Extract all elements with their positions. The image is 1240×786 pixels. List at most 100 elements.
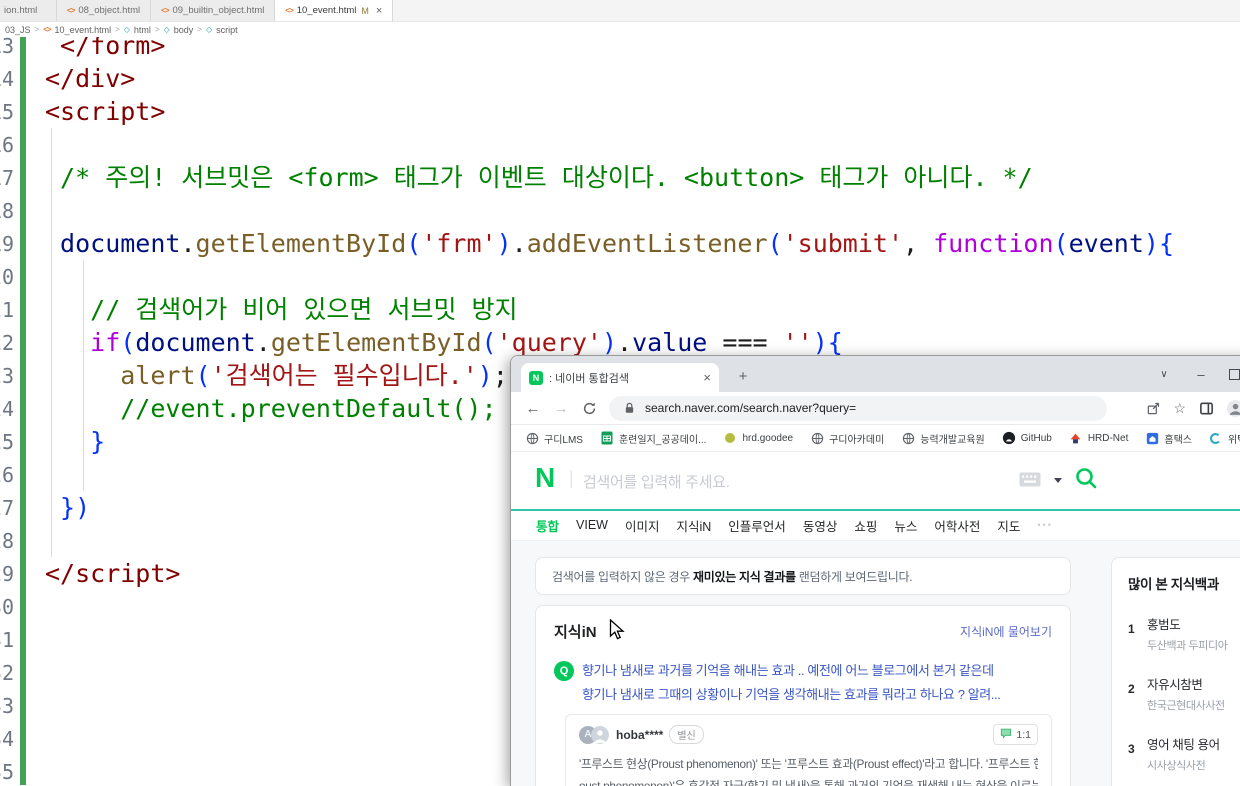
naver-tab-active-0[interactable]: 통합 bbox=[536, 516, 559, 535]
bookmark-item[interactable]: hrd.goodee bbox=[723, 431, 793, 445]
bookmark-label: 훈련일지_공공데이... bbox=[619, 431, 707, 446]
bookmarks-bar: 구디LMS 훈련일지_공공데이... hrd.goodee 구디아카데미 능력개발교육원… bbox=[511, 425, 1240, 452]
sheets-favicon-icon bbox=[600, 431, 614, 445]
search-button[interactable] bbox=[1074, 466, 1098, 495]
naver-tab-4[interactable]: 인플루언서 bbox=[728, 516, 786, 535]
editor-tab-08-object[interactable]: <> 08_object.html bbox=[57, 0, 151, 21]
editor-tab-ion-html[interactable]: ion.html bbox=[0, 0, 57, 21]
chat-bubble-icon bbox=[1000, 727, 1012, 742]
bookmark-star-icon[interactable]: ☆ bbox=[1173, 400, 1186, 417]
line-number: 22 bbox=[0, 331, 14, 355]
bookmark-item[interactable]: HRD-Net bbox=[1069, 431, 1129, 445]
line-number: 31 bbox=[0, 628, 14, 652]
rank-number: 3 bbox=[1128, 734, 1138, 773]
close-tab-icon[interactable]: × bbox=[376, 5, 382, 17]
editor-tab-09-builtin-object[interactable]: <> 09_builtin_object.html bbox=[151, 0, 275, 21]
modified-indicator: M bbox=[361, 6, 369, 16]
bookmark-item[interactable]: GitHub bbox=[1002, 431, 1052, 445]
naver-favicon: N bbox=[529, 371, 543, 385]
tab-search-chevron-icon[interactable]: ∨ bbox=[1149, 356, 1179, 392]
side-panel-icon[interactable] bbox=[1197, 399, 1215, 417]
maximize-button[interactable] bbox=[1219, 356, 1240, 392]
bookmark-label: 홈택스 bbox=[1164, 431, 1192, 446]
naver-tab-7[interactable]: 뉴스 bbox=[894, 516, 917, 535]
symbol-tag-icon: ◇ bbox=[164, 25, 170, 34]
code-line: 15<script> bbox=[0, 95, 1240, 128]
breadcrumb-file[interactable]: 10_event.html bbox=[55, 25, 112, 35]
sidebar-item-source: 두산백과 두피디아 bbox=[1147, 637, 1227, 653]
rank-number: 2 bbox=[1128, 674, 1138, 713]
minimize-button[interactable]: – bbox=[1186, 356, 1216, 392]
answer-author[interactable]: hoba**** bbox=[616, 728, 663, 742]
naver-tab-3[interactable]: 지식iN bbox=[676, 516, 711, 535]
line-number: 21 bbox=[0, 298, 14, 322]
popular-encyclopedia-card: 많이 본 지식백과 1홍범도두산백과 두피디아2자유시참변한국근현대사사전3영어… bbox=[1111, 557, 1240, 786]
bookmark-item[interactable]: 능력개발교육원 bbox=[901, 431, 984, 446]
globe-favicon-icon bbox=[901, 431, 915, 445]
bookmark-item[interactable]: 홈택스 bbox=[1145, 431, 1192, 446]
bookmark-item[interactable]: 구디LMS bbox=[525, 431, 583, 446]
search-separator: | bbox=[569, 468, 574, 489]
html-file-icon: <> bbox=[43, 25, 50, 34]
breadcrumb-separator: > bbox=[155, 25, 160, 34]
naver-logo[interactable]: N bbox=[535, 463, 555, 493]
breadcrumb-script[interactable]: script bbox=[216, 25, 238, 35]
sidebar-item-title[interactable]: 자유시참변 bbox=[1147, 674, 1225, 693]
kin-question-row[interactable]: Q 향기나 냄새로 과거를 기억을 해내는 효과 .. 예전에 어느 블로그에서… bbox=[554, 659, 1052, 707]
browser-tab-title: : 네이버 통합검색 bbox=[549, 370, 697, 386]
sidebar-item-title[interactable]: 영어 채팅 용어 bbox=[1147, 734, 1220, 753]
code-text: </script> bbox=[45, 557, 180, 590]
question-title-link[interactable]: 향기나 냄새로 과거를 기억을 해내는 효과 .. 예전에 어느 블로그에서 본… bbox=[582, 659, 1001, 707]
code-text: //event.preventDefault(); bbox=[45, 392, 497, 425]
kin-section-title: 지식iN bbox=[554, 621, 597, 642]
back-button[interactable]: ← bbox=[521, 396, 545, 420]
answer-text-line: oust phenomenon)'은 후각적 자극(향기 및 냄새)을 통해 과… bbox=[579, 776, 1038, 786]
naver-tab-9[interactable]: 지도 bbox=[997, 516, 1020, 535]
lock-icon bbox=[620, 399, 638, 417]
line-number: 30 bbox=[0, 595, 14, 619]
search-options-caret-icon[interactable] bbox=[1054, 478, 1062, 483]
wetax-favicon-icon bbox=[1209, 431, 1223, 445]
profile-avatar[interactable] bbox=[1226, 399, 1240, 417]
breadcrumb-body[interactable]: body bbox=[174, 25, 194, 35]
github-favicon-icon bbox=[1002, 431, 1016, 445]
sidebar-item-title[interactable]: 홍범도 bbox=[1147, 614, 1227, 633]
kin-answer-box: A hoba**** 별신 1:1 '프루스트 현상(Proust phenom… bbox=[565, 714, 1052, 786]
close-tab-icon[interactable]: × bbox=[703, 370, 711, 385]
naver-tab-1[interactable]: VIEW bbox=[576, 518, 608, 532]
naver-tab-2[interactable]: 이미지 bbox=[625, 516, 660, 535]
code-text: document.getElementById('frm').addEventL… bbox=[45, 227, 1174, 260]
editor-tab-10-event-active[interactable]: <> 10_event.html M × bbox=[275, 0, 393, 21]
naver-tab-5[interactable]: 동영상 bbox=[803, 516, 838, 535]
one-to-one-chat-badge[interactable]: 1:1 bbox=[993, 724, 1038, 745]
naver-search-page: N | 검색어를 입력해 주세요. 통합VIEW이미지지식iN인플루언서동영상쇼… bbox=[511, 452, 1240, 786]
forward-button[interactable]: → bbox=[549, 396, 573, 420]
address-bar[interactable]: search.naver.com/search.naver?query= bbox=[609, 396, 1107, 421]
breadcrumb-folder[interactable]: 03_JS bbox=[5, 25, 31, 35]
more-tabs-dots-icon[interactable]: ••• bbox=[1037, 520, 1052, 530]
breadcrumb-html[interactable]: html bbox=[134, 25, 151, 35]
share-icon[interactable] bbox=[1144, 399, 1162, 417]
bookmark-item[interactable]: 구디아카데미 bbox=[810, 431, 884, 446]
naver-tab-6[interactable]: 쇼핑 bbox=[854, 516, 877, 535]
kin-header: 지식iN 지식iN에 물어보기 bbox=[554, 621, 1052, 642]
html-file-icon: <> bbox=[161, 6, 168, 15]
notice-text: 검색어를 입력하지 않은 경우 재미있는 지식 결과를 랜덤하게 보여드립니다. bbox=[552, 568, 912, 585]
bookmark-label: GitHub bbox=[1021, 433, 1052, 444]
keyboard-icon[interactable] bbox=[1019, 472, 1041, 492]
line-number: 17 bbox=[0, 166, 14, 190]
sidebar-ranked-item[interactable]: 2자유시참변한국근현대사사전 bbox=[1128, 674, 1240, 713]
bookmark-item[interactable]: 훈련일지_공공데이... bbox=[600, 431, 707, 446]
refresh-button[interactable] bbox=[577, 396, 601, 420]
sidebar-ranked-item[interactable]: 1홍범도두산백과 두피디아 bbox=[1128, 614, 1240, 653]
sidebar-ranked-item[interactable]: 3영어 채팅 용어시사상식사전 bbox=[1128, 734, 1240, 773]
new-tab-button[interactable]: + bbox=[733, 366, 753, 386]
kin-ask-link[interactable]: 지식iN에 물어보기 bbox=[960, 623, 1052, 640]
bookmark-item[interactable]: 위택스 bbox=[1209, 431, 1240, 446]
answer-body: '프루스트 현상(Proust phenomenon)' 또는 '프루스트 효과… bbox=[579, 754, 1038, 786]
browser-tab-naver[interactable]: N : 네이버 통합검색 × bbox=[521, 363, 719, 392]
naver-search-header: N | 검색어를 입력해 주세요. bbox=[511, 452, 1240, 511]
naver-tab-8[interactable]: 어학사전 bbox=[934, 516, 980, 535]
search-input[interactable]: 검색어를 입력해 주세요. bbox=[583, 471, 730, 492]
tab-label: 10_event.html bbox=[297, 5, 357, 16]
